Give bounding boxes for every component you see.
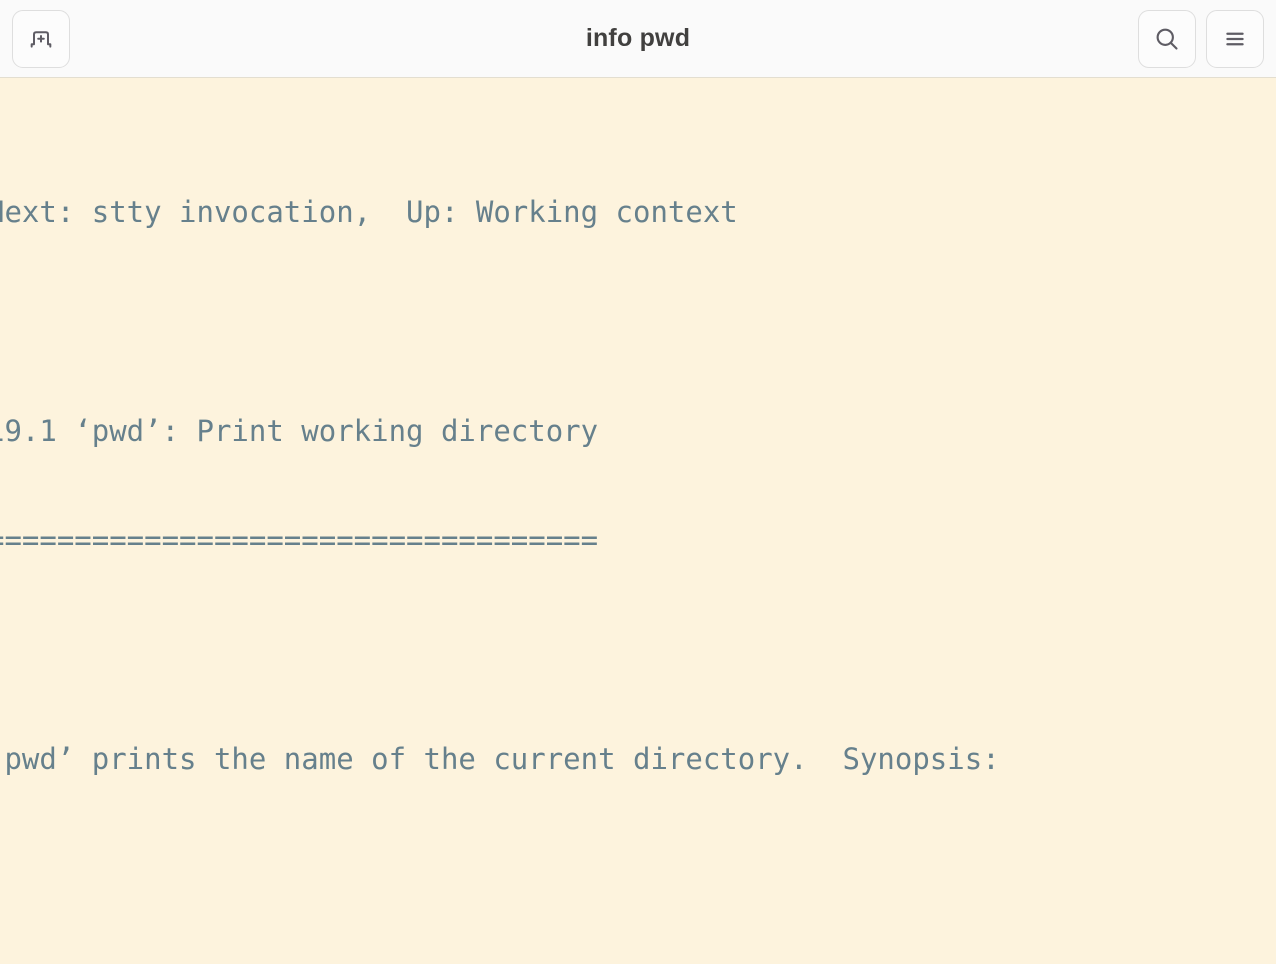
menu-button[interactable] xyxy=(1206,9,1264,68)
new-tab-button[interactable] xyxy=(12,9,70,68)
page-title: info pwd xyxy=(0,0,1276,77)
header-bar: info pwd xyxy=(0,0,1276,78)
info-viewer-window: info pwd Next: stty invocation, Up: Work… xyxy=(0,0,1276,964)
intro-paragraph: ‘pwd’ prints the name of the current dir… xyxy=(0,742,1000,776)
section-heading: 19.1 ‘pwd’: Print working directory xyxy=(0,413,599,448)
info-content-area[interactable]: Next: stty invocation, Up: Working conte… xyxy=(0,78,1276,964)
search-button[interactable] xyxy=(1138,9,1196,68)
header-left-controls xyxy=(12,9,70,68)
search-icon xyxy=(1152,24,1182,54)
hamburger-menu-icon xyxy=(1221,25,1249,53)
header-right-controls xyxy=(1138,9,1264,68)
info-document: Next: stty invocation, Up: Working conte… xyxy=(0,78,1192,964)
synopsis-line: pwd [OPTION]... xyxy=(0,960,1192,964)
info-nav-line: Next: stty invocation, Up: Working conte… xyxy=(0,194,738,229)
new-tab-icon xyxy=(27,25,55,53)
window-title-text: info pwd xyxy=(585,24,691,52)
section-rule: =================================== xyxy=(0,523,599,557)
